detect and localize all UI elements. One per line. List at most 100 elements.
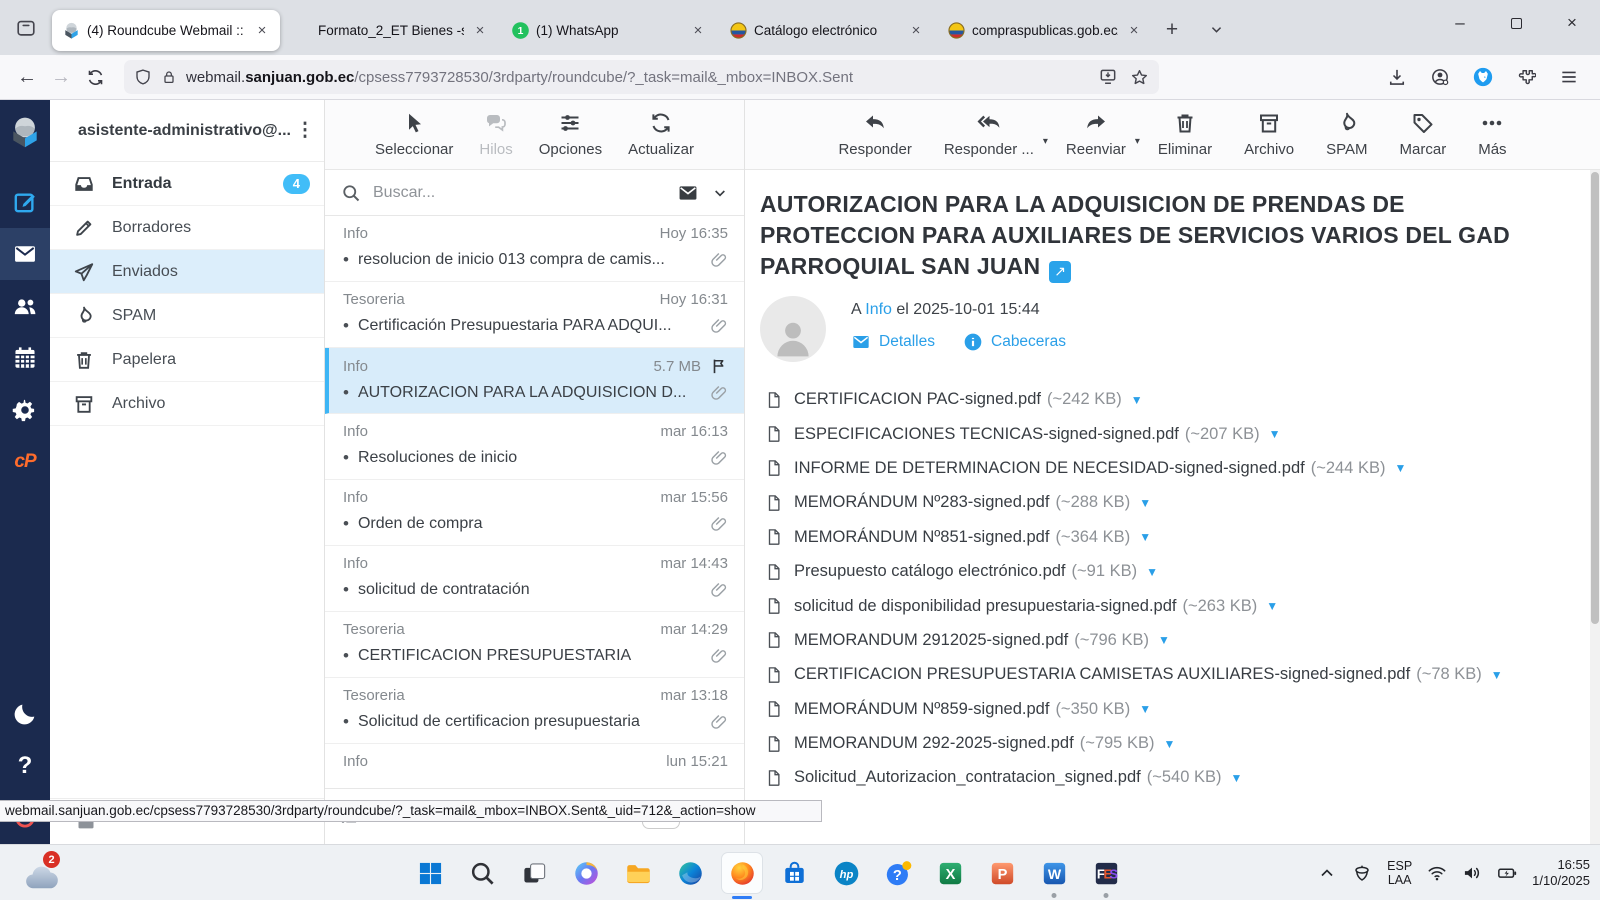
message-row[interactable]: Info mar 16:13 • Resoluciones de inicio [325,414,744,480]
attachment-item[interactable]: MEMORANDUM 2912025-signed.pdf (~796 KB) … [765,623,1540,657]
taskbar-app-icon[interactable] [982,853,1022,893]
account-icon[interactable] [1423,60,1457,94]
attachment-item[interactable]: INFORME DE DETERMINACION DE NECESIDAD-si… [765,451,1540,485]
lock-icon[interactable] [161,69,177,85]
attachment-item[interactable]: MEMORÁNDUM Nº283-signed.pdf (~288 KB) ▼ [765,486,1540,520]
attachment-item[interactable]: Presupuesto catálogo electrónico.pdf (~9… [765,554,1540,588]
attachment-item[interactable]: MEMORÁNDUM Nº859-signed.pdf (~350 KB) ▼ [765,692,1540,726]
message-toolbar-button[interactable]: Archivo [1244,111,1294,169]
folder-item[interactable]: Entrada 4 [50,162,324,206]
attachment-menu-caret-icon[interactable]: ▼ [1269,427,1281,441]
calendar-nav-button[interactable] [0,332,50,384]
folder-item[interactable]: Archivo [50,382,324,426]
taskbar-app-icon[interactable] [1034,853,1074,893]
tab-list-chevron-icon[interactable] [1201,15,1231,45]
message-row[interactable]: Info lun 15:21 [325,744,744,788]
attachment-name[interactable]: MEMORÁNDUM Nº283-signed.pdf [794,493,1049,512]
search-input[interactable]: Buscar... [373,184,677,202]
cpanel-logo[interactable]: cP [0,436,50,488]
attachment-name[interactable]: MEMORÁNDUM Nº851-signed.pdf [794,528,1049,547]
tab-close-icon[interactable]: × [906,21,926,41]
mail-nav-button[interactable] [0,228,50,280]
tray-chevron-up-icon[interactable] [1317,863,1337,883]
attachment-menu-caret-icon[interactable]: ▼ [1394,461,1406,475]
attachment-item[interactable]: Solicitud_Autorizacion_contratacion_sign… [765,761,1540,795]
attachment-item[interactable]: solicitud de disponibilidad presupuestar… [765,589,1540,623]
list-toolbar-button[interactable]: Opciones [539,111,602,169]
message-row[interactable]: Tesoreria mar 13:18 • Solicitud de certi… [325,678,744,744]
attachment-item[interactable]: ESPECIFICACIONES TECNICAS-signed-signed.… [765,417,1540,451]
taskbar-app-icon[interactable] [722,853,762,893]
search-scope-envelope-icon[interactable] [677,182,699,204]
message-toolbar-button[interactable]: Eliminar [1158,111,1212,169]
message-toolbar-button[interactable]: Reenviar ▾ [1066,111,1126,169]
message-toolbar-button[interactable]: SPAM [1326,111,1367,169]
close-button[interactable]: × [1544,0,1600,46]
headers-link[interactable]: Cabeceras [963,332,1066,352]
taskbar-app-icon[interactable] [514,853,554,893]
dropdown-caret-icon[interactable]: ▾ [1135,136,1140,147]
scrollbar-thumb[interactable] [1591,172,1599,624]
contacts-nav-button[interactable] [0,280,50,332]
folder-item[interactable]: Enviados [50,250,324,294]
message-row[interactable]: Info mar 14:43 • solicitud de contrataci… [325,546,744,612]
message-row[interactable]: Info mar 15:56 • Orden de compra [325,480,744,546]
downloads-icon[interactable] [1380,60,1414,94]
search-options-chevron-icon[interactable] [712,185,728,201]
folder-item[interactable]: SPAM [50,294,324,338]
message-row[interactable]: Info 5.7 MB • AUTORIZACION PARA LA ADQUI… [325,348,744,414]
tab-close-icon[interactable]: × [252,21,272,41]
search-bar[interactable]: Buscar... [325,170,744,216]
browser-tab[interactable]: Formato_2_ET Bienes -signed- × [283,10,498,51]
taskbar-app-icon[interactable] [566,853,606,893]
url-bar[interactable]: webmail.sanjuan.gob.ec/cpsess7793728530/… [124,60,1159,94]
language-indicator[interactable]: ESPLAA [1387,859,1412,887]
details-link[interactable]: Detalles [851,332,935,352]
taskbar-app-icon[interactable] [774,853,814,893]
firefox-view-icon[interactable] [8,10,44,46]
message-row[interactable]: Tesoreria Hoy 16:31 • Certificación Pres… [325,282,744,348]
taskbar-app-icon[interactable] [930,853,970,893]
shield-icon[interactable] [134,68,152,86]
taskbar-app-icon[interactable] [462,853,502,893]
attachment-name[interactable]: CERTIFICACION PAC-signed.pdf [794,390,1041,409]
attachment-name[interactable]: MEMORANDUM 2912025-signed.pdf [794,631,1068,650]
taskbar-app-icon[interactable] [1086,853,1126,893]
extensions-puzzle-icon[interactable] [1509,60,1543,94]
message-toolbar-button[interactable]: Más [1478,111,1506,169]
taskbar-app-icon[interactable] [618,853,658,893]
attachment-menu-caret-icon[interactable]: ▼ [1146,565,1158,579]
attachment-menu-caret-icon[interactable]: ▼ [1131,393,1143,407]
dark-mode-button[interactable] [0,688,50,740]
attachment-item[interactable]: CERTIFICACION PAC-signed.pdf (~242 KB) ▼ [765,383,1540,417]
list-toolbar-button[interactable]: Seleccionar [375,111,453,169]
message-row[interactable]: Info Hoy 16:35 • resolucion de inicio 01… [325,216,744,282]
folder-item[interactable]: Borradores [50,206,324,250]
scrollbar[interactable] [1590,170,1600,844]
fox-extension-icon[interactable] [1466,60,1500,94]
attachment-menu-caret-icon[interactable]: ▼ [1158,633,1170,647]
taskbar-app-icon[interactable] [826,853,866,893]
minimize-button[interactable]: – [1432,0,1488,46]
onedrive-tray-icon[interactable]: 2 [22,854,62,892]
taskbar-app-icon[interactable] [878,853,918,893]
attachment-name[interactable]: Presupuesto catálogo electrónico.pdf [794,562,1066,581]
attachment-item[interactable]: MEMORANDUM 292-2025-signed.pdf (~795 KB)… [765,726,1540,760]
folder-item[interactable]: Papelera [50,338,324,382]
browser-tab[interactable]: (4) Roundcube Webmail :: × [52,10,280,51]
compose-button[interactable] [0,176,50,228]
open-in-new-window-icon[interactable]: ↗ [1049,261,1071,283]
attachment-name[interactable]: MEMORÁNDUM Nº859-signed.pdf [794,700,1049,719]
list-toolbar-button[interactable]: Hilos [479,111,512,169]
attachment-menu-caret-icon[interactable]: ▼ [1266,599,1278,613]
attachment-name[interactable]: MEMORANDUM 292-2025-signed.pdf [794,734,1074,753]
back-button[interactable]: ← [10,60,44,94]
help-button[interactable]: ? [0,740,50,792]
tab-close-icon[interactable]: × [1124,21,1144,41]
attachment-name[interactable]: INFORME DE DETERMINACION DE NECESIDAD-si… [794,459,1305,478]
bookmark-star-icon[interactable] [1130,68,1149,87]
save-page-icon[interactable] [1098,67,1118,87]
attachment-name[interactable]: ESPECIFICACIONES TECNICAS-signed-signed.… [794,425,1179,444]
tab-close-icon[interactable]: × [470,21,490,41]
new-tab-button[interactable]: + [1155,13,1189,47]
